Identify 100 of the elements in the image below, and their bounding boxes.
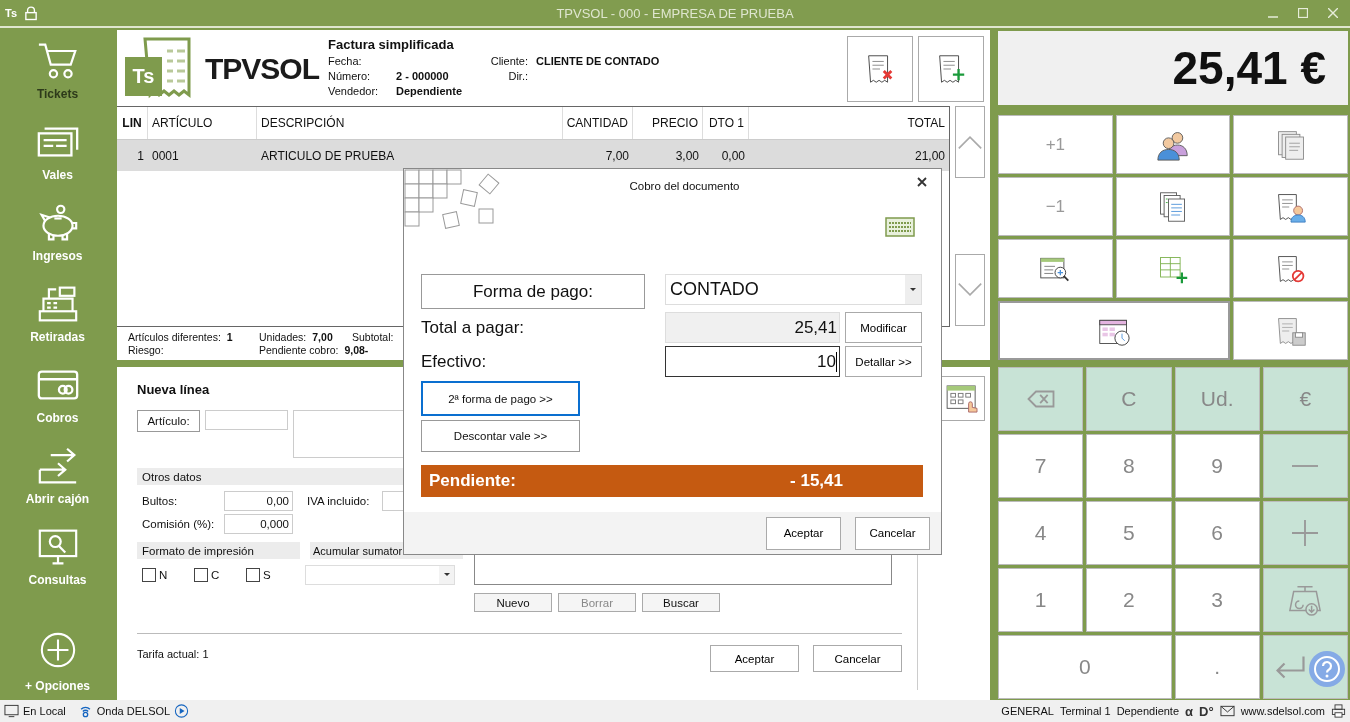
status-text: Terminal 1 xyxy=(1059,705,1111,717)
brand-mark[interactable]: D° xyxy=(1199,703,1214,719)
table-cell-text: 7,00 xyxy=(604,147,630,165)
status-text: GENERAL xyxy=(1001,705,1054,717)
format-checkbox[interactable]: S xyxy=(241,567,293,582)
envelope-icon[interactable] xyxy=(1219,704,1235,718)
enter-icon xyxy=(1275,655,1305,679)
keypad-key[interactable]: 1 xyxy=(998,568,1084,632)
keypad-key[interactable] xyxy=(1262,434,1348,498)
field-label: Artículo: xyxy=(137,410,200,432)
keypad-key[interactable]: 9 xyxy=(1174,434,1260,498)
modify-button[interactable]: Modificar xyxy=(845,312,922,343)
action-button[interactable]: Buscar xyxy=(642,593,720,612)
cash-field[interactable]: 10 xyxy=(665,346,840,377)
field-label: Vendedor: xyxy=(328,84,380,99)
backspace-icon xyxy=(1025,388,1056,410)
logo-name: TPVSOL xyxy=(205,52,319,86)
summary-label: Unidades: xyxy=(259,331,307,344)
help-icon[interactable] xyxy=(1308,650,1346,688)
commission-field[interactable]: 0,000 xyxy=(224,514,293,534)
column-header[interactable]: DESCRIPCIÓN xyxy=(257,107,563,139)
keypad-key[interactable]: 7 xyxy=(998,434,1084,498)
column-header[interactable]: TOTAL xyxy=(749,107,949,139)
tariff-text: Tarifa actual: 1 xyxy=(137,647,209,662)
payment-option-button[interactable]: Descontar vale >> xyxy=(421,420,580,452)
keyboard-icon[interactable] xyxy=(885,217,915,237)
accumulate-dropdown[interactable] xyxy=(305,564,455,585)
new-document-button[interactable] xyxy=(918,36,984,102)
keypad-key[interactable]: 0 xyxy=(998,635,1172,699)
summary-value: 9,08- xyxy=(344,344,369,357)
printer-icon[interactable] xyxy=(1331,704,1346,718)
cancel-button[interactable]: Cancelar xyxy=(813,645,902,672)
function-button[interactable] xyxy=(1115,177,1231,236)
dropdown-arrow-icon xyxy=(910,288,916,291)
lock-icon[interactable] xyxy=(25,5,38,21)
status-text: Dependiente xyxy=(1116,705,1180,717)
function-button[interactable] xyxy=(1233,177,1348,236)
keypad-key[interactable]: 8 xyxy=(1086,434,1172,498)
website-link[interactable]: www.sdelsol.com xyxy=(1240,705,1325,717)
summary-label: Subtotal: xyxy=(352,331,394,344)
section-header: Formato de impresión xyxy=(137,542,300,559)
table-row[interactable]: 1 0001 ARTICULO DE PRUEBA 7,00 3,00 0,00 21,00 xyxy=(117,140,949,171)
function-button[interactable] xyxy=(1115,239,1231,298)
packages-field[interactable]: 0,00 xyxy=(224,491,293,511)
delete-document-button[interactable] xyxy=(847,36,913,102)
column-header[interactable]: ARTÍCULO xyxy=(148,107,257,139)
scroll-down-button[interactable] xyxy=(955,254,985,326)
format-checkbox[interactable]: C xyxy=(189,567,241,582)
action-button[interactable]: Nuevo xyxy=(474,593,552,612)
column-header[interactable]: LIN xyxy=(117,107,148,139)
keypad-key[interactable] xyxy=(1262,501,1348,565)
column-header[interactable]: DTO 1 xyxy=(703,107,749,139)
keypad-key[interactable]: . xyxy=(1174,635,1260,699)
detail-button[interactable]: Detallar >> xyxy=(845,346,922,377)
column-header[interactable]: PRECIO xyxy=(633,107,703,139)
table-cell-text: 1 xyxy=(136,147,145,165)
function-button[interactable] xyxy=(1233,301,1348,360)
total-amount: 25,41 € xyxy=(1172,41,1326,95)
keypad-button[interactable] xyxy=(940,376,985,421)
field-value: CLIENTE DE CONTADO xyxy=(536,54,660,69)
cancel-button[interactable]: Cancelar xyxy=(855,516,930,550)
function-button[interactable] xyxy=(998,301,1231,360)
maximize-icon[interactable] xyxy=(1298,8,1308,18)
play-icon[interactable] xyxy=(174,704,190,718)
keypad-key[interactable]: 3 xyxy=(1174,568,1260,632)
scroll-up-button[interactable] xyxy=(955,106,985,178)
field-label: Fecha: xyxy=(328,54,363,69)
minus-icon xyxy=(1292,464,1319,468)
keypad-key[interactable] xyxy=(998,367,1084,431)
function-button[interactable] xyxy=(998,239,1113,298)
keypad-key[interactable] xyxy=(1262,568,1348,632)
field-label: Comisión (%): xyxy=(141,518,216,530)
table-cell-text: 21,00 xyxy=(913,147,946,165)
table-cell-text: ARTICULO DE PRUEBA xyxy=(260,147,396,165)
keypad-key[interactable]: 5 xyxy=(1086,501,1172,565)
close-icon[interactable] xyxy=(917,177,927,187)
payment-method-select[interactable]: CONTADO xyxy=(665,274,922,305)
field-value: Dependiente xyxy=(396,84,463,99)
table-cell-text: 3,00 xyxy=(674,147,700,165)
total-label: Total a pagar: xyxy=(421,316,525,339)
accept-button[interactable]: Aceptar xyxy=(766,516,841,550)
payment-option-button[interactable]: 2ª forma de pago >> xyxy=(421,381,580,416)
brand-mark[interactable]: α xyxy=(1185,703,1194,719)
sidebar-item[interactable]: Tickets xyxy=(0,38,115,119)
chevron-up-icon xyxy=(957,134,983,150)
summary-value: 1 xyxy=(226,331,233,344)
keypad-key[interactable]: 6 xyxy=(1174,501,1260,565)
function-button[interactable] xyxy=(1115,115,1231,174)
article-field[interactable] xyxy=(205,410,288,430)
function-button[interactable] xyxy=(1233,115,1348,174)
monitor-icon xyxy=(4,704,19,718)
keypad-key[interactable]: 2 xyxy=(1086,568,1172,632)
accept-button[interactable]: Aceptar xyxy=(710,645,799,672)
scale-icon xyxy=(1288,583,1323,617)
column-header[interactable]: CANTIDAD xyxy=(563,107,633,139)
keypad-key[interactable]: 4 xyxy=(998,501,1084,565)
format-checkbox[interactable]: N xyxy=(137,567,189,582)
field-label: Bultos: xyxy=(141,495,179,507)
function-button[interactable] xyxy=(1233,239,1348,298)
summary-label: Artículos diferentes: xyxy=(128,331,221,344)
